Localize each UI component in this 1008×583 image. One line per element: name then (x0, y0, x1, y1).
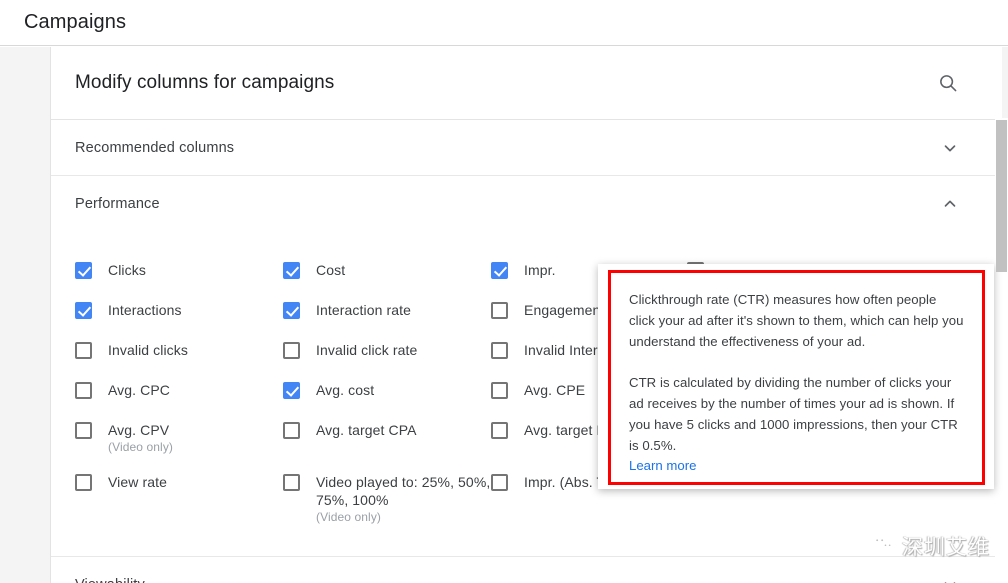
column-option-label: Interaction rate (316, 302, 411, 318)
column-option-clicks[interactable]: Clicks (75, 252, 283, 288)
column-option-label: Invalid click rate (316, 342, 418, 358)
checkbox-checked[interactable] (283, 382, 300, 399)
tooltip-content: Clickthrough rate (CTR) measures how oft… (608, 270, 985, 485)
section-label: Viewability (75, 577, 145, 583)
tooltip-spacer (629, 352, 964, 372)
column-option-label: Avg. CPC (108, 382, 171, 398)
search-icon[interactable] (934, 69, 962, 97)
checkbox-unchecked[interactable] (75, 422, 92, 439)
column-option-label: Clicks (108, 262, 146, 278)
checkbox-unchecked[interactable] (75, 342, 92, 359)
column-option-label: View rate (108, 474, 168, 490)
column-option-cell: Cost (283, 252, 491, 292)
checkbox-unchecked[interactable] (491, 302, 508, 319)
page-header: Campaigns (0, 0, 1008, 46)
column-option-cell: Avg. CPC (75, 372, 283, 412)
column-option-avg-cpc[interactable]: Avg. CPC (75, 372, 283, 408)
ctr-tooltip: Clickthrough rate (CTR) measures how oft… (598, 264, 994, 489)
checkbox-checked[interactable] (283, 302, 300, 319)
checkbox-unchecked[interactable] (75, 382, 92, 399)
column-option-label: Video played to: 25%, 50%, 75%, 100% (Vid… (316, 474, 491, 524)
column-option-cost[interactable]: Cost (283, 252, 491, 288)
section-header-viewability[interactable]: Viewability (51, 557, 1002, 583)
checkbox-unchecked[interactable] (491, 422, 508, 439)
app-root: Campaigns Modify columns for campaigns R… (0, 0, 1008, 583)
column-option-interaction-rate[interactable]: Interaction rate (283, 292, 491, 328)
column-option-label: Avg. cost (316, 382, 375, 398)
column-option-cell: Avg. CPV (Video only) (75, 412, 283, 464)
column-option-label: Impr. (Abs. T (524, 474, 606, 490)
column-option-cell: Interaction rate (283, 292, 491, 332)
column-option-label: Avg. CPE (524, 382, 586, 398)
page-title: Campaigns (24, 11, 127, 33)
checkbox-unchecked[interactable] (75, 474, 92, 491)
checkbox-checked[interactable] (491, 262, 508, 279)
column-option-cell: Interactions (75, 292, 283, 332)
checkbox-unchecked[interactable] (283, 422, 300, 439)
tooltip-paragraph-1: Clickthrough rate (CTR) measures how oft… (629, 292, 964, 349)
dialog-header: Modify columns for campaigns (51, 47, 1002, 120)
checkbox-unchecked[interactable] (491, 474, 508, 491)
chevron-down-icon[interactable] (938, 573, 962, 583)
checkbox-checked[interactable] (75, 302, 92, 319)
checkbox-unchecked[interactable] (283, 342, 300, 359)
column-option-cell: Invalid clicks (75, 332, 283, 372)
section-label: Performance (75, 196, 160, 212)
column-option-cell: Invalid click rate (283, 332, 491, 372)
column-option-invalid-click-rate[interactable]: Invalid click rate (283, 332, 491, 368)
column-option-label: Impr. (524, 262, 556, 278)
column-option-label: Cost (316, 262, 346, 278)
column-option-cell: Avg. target CPA (283, 412, 491, 464)
column-option-cell: Clicks (75, 252, 283, 292)
column-option-avg-target-cpa[interactable]: Avg. target CPA (283, 412, 491, 448)
column-option-label: Invalid clicks (108, 342, 188, 358)
column-option-label: Avg. CPV (Video only) (108, 422, 174, 454)
learn-more-link[interactable]: Learn more (629, 458, 696, 473)
column-option-avg-cost[interactable]: Avg. cost (283, 372, 491, 408)
checkbox-unchecked[interactable] (491, 382, 508, 399)
column-option-view-rate[interactable]: View rate (75, 464, 283, 500)
column-option-label: Engagement (524, 302, 605, 318)
column-option-label: Interactions (108, 302, 182, 318)
column-option-invalid-clicks[interactable]: Invalid clicks (75, 332, 283, 368)
section-label: Recommended columns (75, 139, 235, 156)
tooltip-paragraph-2: CTR is calculated by dividing the number… (629, 375, 958, 453)
chevron-down-icon[interactable] (938, 136, 962, 160)
column-option-cell: View rate (75, 464, 283, 534)
column-option-label: Avg. target R (524, 422, 607, 438)
column-option-avg-cpv[interactable]: Avg. CPV (Video only) (75, 412, 283, 464)
checkbox-checked[interactable] (75, 262, 92, 279)
dialog-title: Modify columns for campaigns (75, 72, 335, 93)
column-option-interactions[interactable]: Interactions (75, 292, 283, 328)
section-header-recommended-columns[interactable]: Recommended columns (51, 120, 1002, 176)
section-header-performance[interactable]: Performance (51, 176, 1002, 232)
column-option-cell: Video played to: 25%, 50%, 75%, 100% (Vid… (283, 464, 491, 534)
checkbox-checked[interactable] (283, 262, 300, 279)
checkbox-unchecked[interactable] (283, 474, 300, 491)
scrollbar-thumb[interactable] (996, 120, 1007, 272)
checkbox-unchecked[interactable] (491, 342, 508, 359)
column-option-sublabel: (Video only) (108, 440, 174, 454)
chevron-up-icon[interactable] (938, 192, 962, 216)
column-option-video-played-to-25-50-75-100[interactable]: Video played to: 25%, 50%, 75%, 100% (Vid… (283, 464, 491, 534)
column-option-label: Avg. target CPA (316, 422, 417, 438)
column-option-sublabel: (Video only) (316, 510, 382, 524)
column-option-cell: Avg. cost (283, 372, 491, 412)
